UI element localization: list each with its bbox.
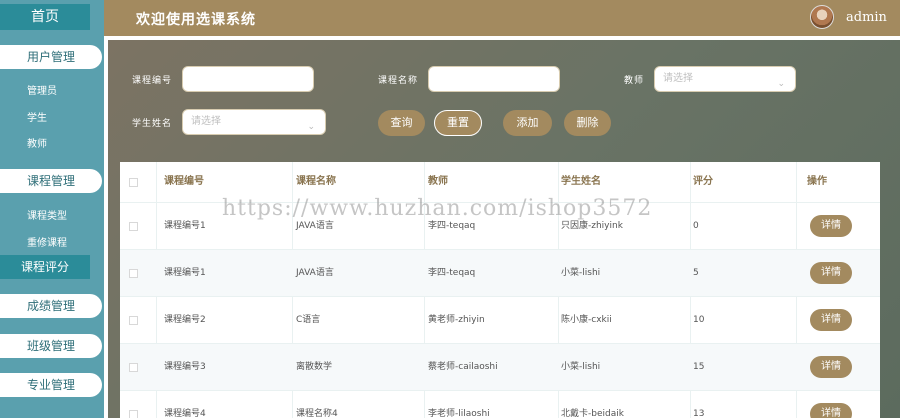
cell-teacher: 李四-teqaq: [428, 268, 476, 278]
student-name-select[interactable]: 请选择 ⌄: [182, 109, 326, 135]
sidebar-item-course-rating[interactable]: 课程评分: [0, 255, 90, 279]
sidebar-item-course-type[interactable]: 课程类型: [27, 207, 67, 222]
cell-course-name: JAVA语言: [296, 221, 334, 231]
student-name-label: 学生姓名: [132, 119, 173, 129]
cell-course-code: 课程编号1: [164, 268, 206, 278]
top-header: 欢迎使用选课系统 admin: [104, 0, 900, 36]
header-student-name[interactable]: 学生姓名: [561, 162, 601, 202]
detail-button[interactable]: 详情: [810, 215, 852, 237]
cell-course-code: 课程编号1: [164, 221, 206, 231]
cell-course-code: 课程编号2: [164, 315, 206, 325]
table-row: 课程编号3 离散数学 蔡老师-cailaoshi 小菜-lishi 15 详情: [120, 343, 880, 390]
course-name-input[interactable]: [428, 66, 560, 92]
cell-student-name: 只因康-zhiyink: [561, 221, 623, 231]
row-checkbox[interactable]: [129, 363, 138, 372]
page-title: 欢迎使用选课系统: [136, 12, 256, 28]
cell-course-code: 课程编号4: [164, 409, 206, 418]
avatar[interactable]: [810, 5, 834, 29]
table-row: 课程编号2 C语言 黄老师-zhiyin 陈小康-cxkii 10 详情: [120, 296, 880, 343]
table-row: 课程编号1 JAVA语言 李四-teqaq 小菜-lishi 5 详情: [120, 249, 880, 296]
cell-student-name: 小菜-lishi: [561, 268, 601, 278]
sidebar-group-user-management[interactable]: 用户管理: [0, 45, 102, 69]
search-button[interactable]: 查询: [378, 110, 425, 136]
cell-teacher: 黄老师-zhiyin: [428, 315, 485, 325]
cell-course-name: 课程名称4: [296, 409, 338, 418]
course-code-input[interactable]: [182, 66, 314, 92]
reset-button[interactable]: 重置: [434, 110, 482, 136]
chevron-down-icon: ⌄: [307, 122, 315, 132]
cell-student-name: 陈小康-cxkii: [561, 315, 612, 325]
cell-score: 15: [693, 362, 705, 372]
username[interactable]: admin: [846, 10, 887, 25]
select-all-checkbox[interactable]: [129, 178, 138, 187]
sidebar-item-student[interactable]: 学生: [27, 109, 47, 124]
sidebar-item-teacher[interactable]: 教师: [27, 135, 47, 150]
student-select-placeholder: 请选择: [191, 116, 221, 127]
row-checkbox[interactable]: [129, 410, 138, 418]
sidebar-item-admin[interactable]: 管理员: [27, 82, 57, 97]
delete-button[interactable]: 删除: [564, 110, 611, 136]
sidebar-group-class-management[interactable]: 班级管理: [0, 334, 102, 358]
header-score[interactable]: 评分: [693, 162, 713, 202]
sidebar-group-grade-management[interactable]: 成绩管理: [0, 294, 102, 318]
teacher-select[interactable]: 请选择 ⌄: [654, 66, 796, 92]
header-actions: 操作: [807, 176, 827, 187]
cell-course-name: 离散数学: [296, 362, 333, 372]
sidebar: 首页 用户管理 管理员 学生 教师 课程管理 课程类型 重修课程 课程评分 成绩…: [0, 0, 104, 418]
teacher-label: 教师: [624, 76, 645, 86]
table-row: 课程编号4 课程名称4 李老师-lilaoshi 北戴卡-beidaik 13 …: [120, 390, 880, 418]
data-table: 课程编号 课程名称 教师 学生姓名 评分 操作 课程编号1 JAVA语言 李四-…: [120, 162, 880, 418]
cell-score: 13: [693, 409, 705, 418]
row-checkbox[interactable]: [129, 269, 138, 278]
detail-button[interactable]: 详情: [810, 403, 852, 418]
row-checkbox[interactable]: [129, 222, 138, 231]
sidebar-item-retake-course[interactable]: 重修课程: [27, 234, 67, 249]
teacher-select-placeholder: 请选择: [663, 73, 693, 84]
cell-course-name: C语言: [296, 315, 321, 325]
course-code-label: 课程编号: [132, 76, 173, 86]
cell-teacher: 蔡老师-cailaoshi: [428, 362, 498, 372]
sidebar-group-major-management[interactable]: 专业管理: [0, 373, 102, 397]
header-teacher[interactable]: 教师: [428, 162, 448, 202]
cell-student-name: 北戴卡-beidaik: [561, 409, 624, 418]
header-course-code[interactable]: 课程编号: [164, 162, 204, 202]
cell-score: 10: [693, 315, 705, 325]
chevron-down-icon: ⌄: [777, 79, 785, 89]
cell-teacher: 李老师-lilaoshi: [428, 409, 490, 418]
detail-button[interactable]: 详情: [810, 356, 852, 378]
header-course-name[interactable]: 课程名称: [296, 162, 336, 202]
sidebar-home[interactable]: 首页: [0, 4, 90, 30]
cell-course-name: JAVA语言: [296, 268, 334, 278]
cell-course-code: 课程编号3: [164, 362, 206, 372]
cell-teacher: 李四-teqaq: [428, 221, 476, 231]
cell-student-name: 小菜-lishi: [561, 362, 601, 372]
sidebar-group-course-management[interactable]: 课程管理: [0, 169, 102, 193]
main-content: 课程编号 课程名称 教师 请选择 ⌄ 学生姓名 请选择 ⌄ 查询 重置 添加 删…: [108, 40, 900, 418]
detail-button[interactable]: 详情: [810, 262, 852, 284]
course-name-label: 课程名称: [378, 76, 419, 86]
row-checkbox[interactable]: [129, 316, 138, 325]
detail-button[interactable]: 详情: [810, 309, 852, 331]
cell-score: 0: [693, 221, 699, 231]
cell-score: 5: [693, 268, 699, 278]
table-row: 课程编号1 JAVA语言 李四-teqaq 只因康-zhiyink 0 详情: [120, 202, 880, 249]
add-button[interactable]: 添加: [503, 110, 552, 136]
